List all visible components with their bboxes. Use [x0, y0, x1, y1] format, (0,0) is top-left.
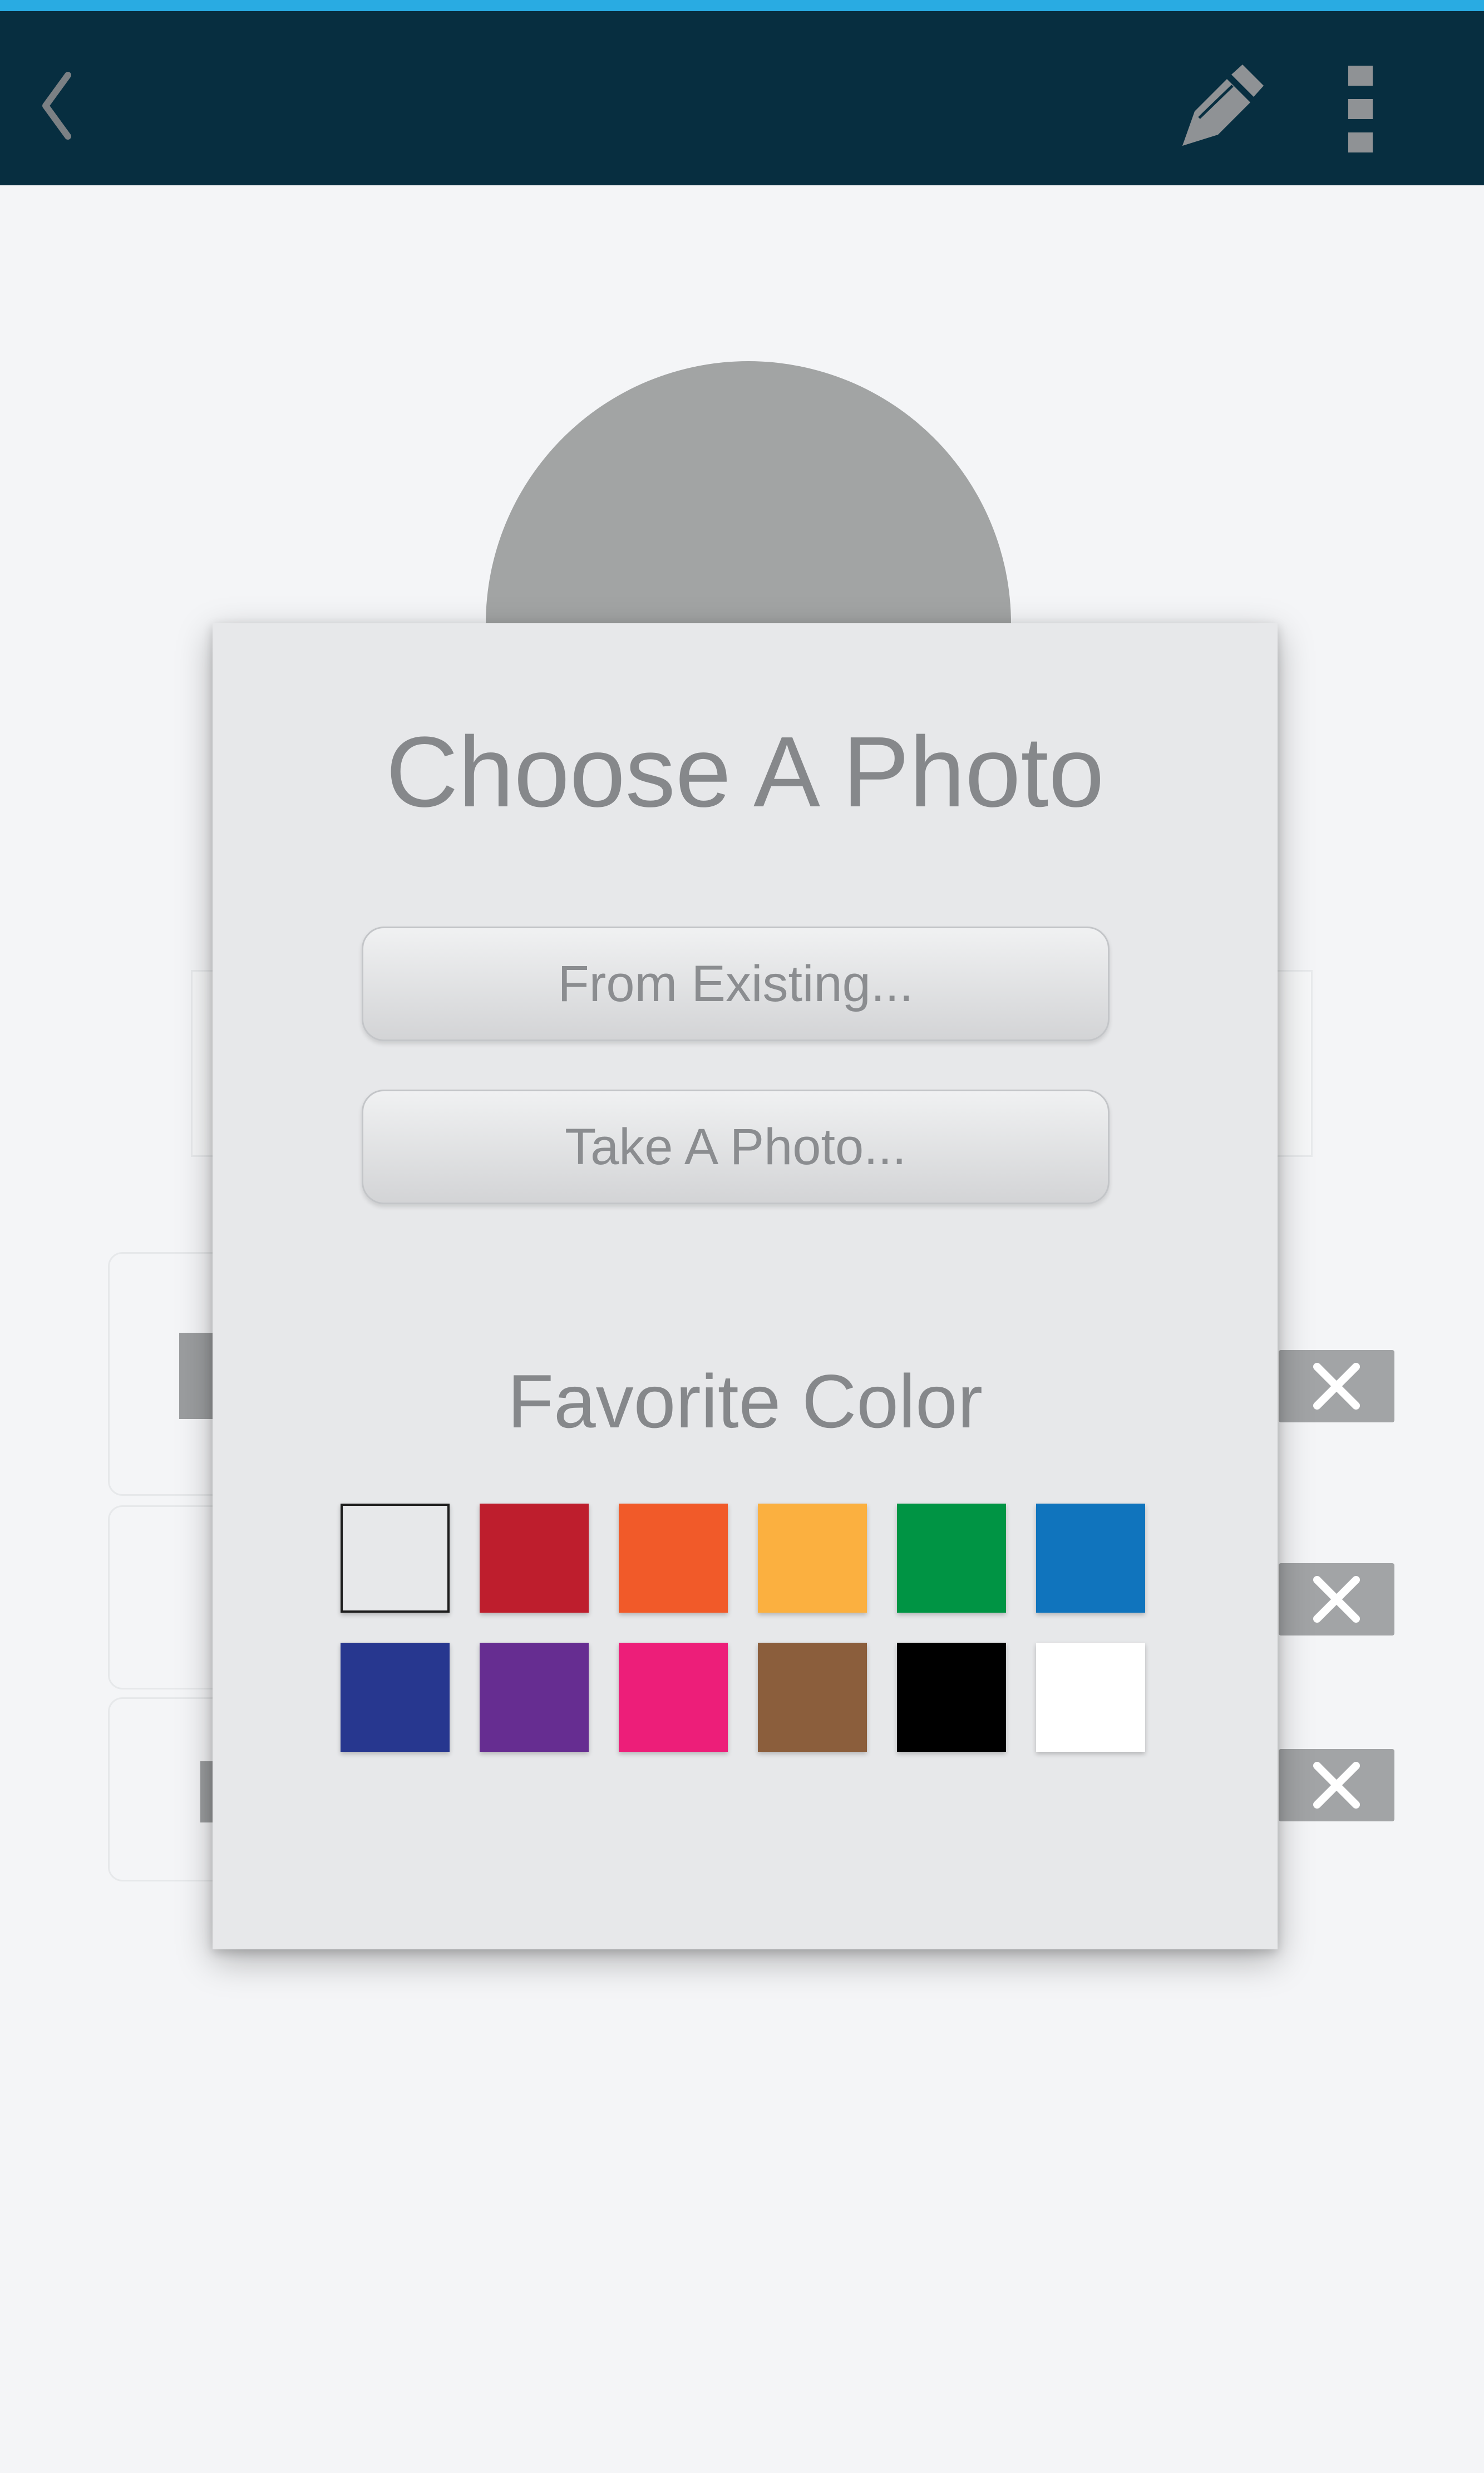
remove-row-button[interactable]: [1279, 1563, 1394, 1635]
choose-photo-dialog: Choose A Photo From Existing... Take A P…: [213, 623, 1278, 1949]
more-vertical-icon[interactable]: [1344, 62, 1377, 157]
color-swatch[interactable]: [341, 1504, 450, 1613]
color-swatch[interactable]: [480, 1643, 589, 1752]
color-swatch[interactable]: [480, 1504, 589, 1613]
color-swatch[interactable]: [758, 1643, 867, 1752]
take-photo-button[interactable]: Take A Photo...: [362, 1090, 1110, 1204]
chevron-left-icon[interactable]: [34, 67, 79, 145]
remove-row-button[interactable]: [1279, 1350, 1394, 1422]
color-swatch[interactable]: [1036, 1504, 1145, 1613]
color-swatch[interactable]: [341, 1643, 450, 1752]
close-icon: [1313, 1363, 1360, 1410]
dialog-title: Choose A Photo: [386, 716, 1105, 828]
app-bar: [0, 11, 1484, 185]
close-icon: [1313, 1576, 1360, 1623]
status-bar: [0, 0, 1484, 11]
color-swatch[interactable]: [897, 1504, 1006, 1613]
calendar-icon: [179, 1333, 213, 1419]
favorite-color-title: Favorite Color: [507, 1359, 983, 1444]
color-swatch[interactable]: [619, 1643, 728, 1752]
color-swatch[interactable]: [758, 1504, 867, 1613]
from-existing-button[interactable]: From Existing...: [362, 927, 1110, 1041]
color-swatch[interactable]: [619, 1504, 728, 1613]
close-icon: [1313, 1762, 1360, 1809]
remove-row-button[interactable]: [1279, 1749, 1394, 1821]
color-swatch[interactable]: [897, 1643, 1006, 1752]
color-swatch[interactable]: [1036, 1643, 1145, 1752]
video-icon: [200, 1761, 213, 1822]
pencil-icon[interactable]: [1166, 62, 1266, 157]
